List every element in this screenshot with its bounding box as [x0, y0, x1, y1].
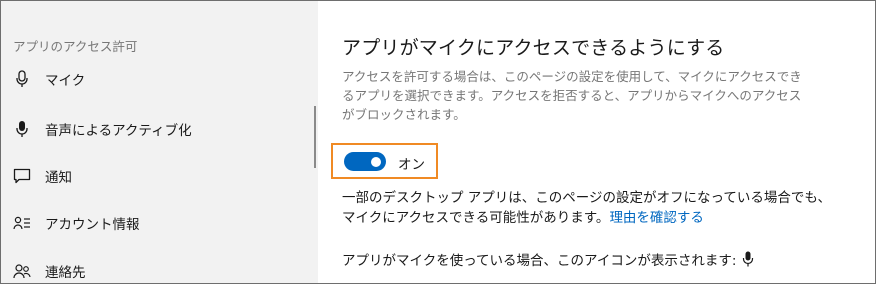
toggle-highlight: オン — [331, 143, 438, 179]
sidebar-item-label: 連絡先 — [45, 265, 86, 281]
microphone-icon — [12, 69, 32, 89]
mic-in-use-info: アプリがマイクを使っている場合、このアイコンが表示されます: — [342, 249, 754, 269]
sidebar-item-label: 音声によるアクティブ化 — [45, 123, 192, 139]
sidebar-item-microphone[interactable]: マイク — [1, 59, 301, 99]
settings-window: アプリのアクセス許可 マイク 音声によるアクティブ化 通知 アカウント情報 連絡… — [0, 0, 876, 284]
toggle-knob — [371, 156, 381, 167]
sidebar-item-label: マイク — [45, 73, 86, 89]
notification-icon — [12, 166, 32, 186]
sidebar: アプリのアクセス許可 マイク 音声によるアクティブ化 通知 アカウント情報 連絡… — [1, 1, 318, 283]
sidebar-item-contacts[interactable]: 連絡先 — [1, 251, 301, 283]
desktop-apps-note: 一部のデスクトップ アプリは、このページの設定がオフになっている場合でも、マイク… — [342, 188, 842, 228]
contacts-icon — [12, 261, 32, 281]
sidebar-item-notifications[interactable]: 通知 — [1, 156, 301, 196]
microphone-access-toggle[interactable] — [344, 152, 386, 171]
mic-in-use-text: アプリがマイクを使っている場合、このアイコンが表示されます: — [342, 253, 737, 269]
note-text: 一部のデスクトップ アプリは、このページの設定がオフになっている場合でも、マイク… — [342, 190, 831, 226]
account-info-icon — [12, 213, 32, 233]
page-title: アプリがマイクにアクセスできるようにする — [342, 37, 725, 59]
learn-why-link[interactable]: 理由を確認する — [609, 210, 704, 226]
page-description: アクセスを許可する場合は、このページの設定を使用して、マイクにアクセスできるアプ… — [342, 69, 802, 122]
main-content: アプリがマイクにアクセスできるようにする アクセスを許可する場合は、このページの… — [318, 1, 875, 283]
sidebar-item-label: アカウント情報 — [45, 217, 140, 233]
sidebar-item-label: 通知 — [45, 170, 72, 186]
sidebar-scrollbar[interactable] — [314, 106, 316, 168]
toggle-state-label: オン — [398, 157, 425, 173]
sidebar-item-account-info[interactable]: アカウント情報 — [1, 203, 301, 243]
sidebar-heading: アプリのアクセス許可 — [13, 39, 138, 54]
microphone-in-use-icon — [742, 251, 754, 267]
microphone-filled-icon — [12, 119, 32, 139]
sidebar-item-voice-activation[interactable]: 音声によるアクティブ化 — [1, 109, 301, 149]
